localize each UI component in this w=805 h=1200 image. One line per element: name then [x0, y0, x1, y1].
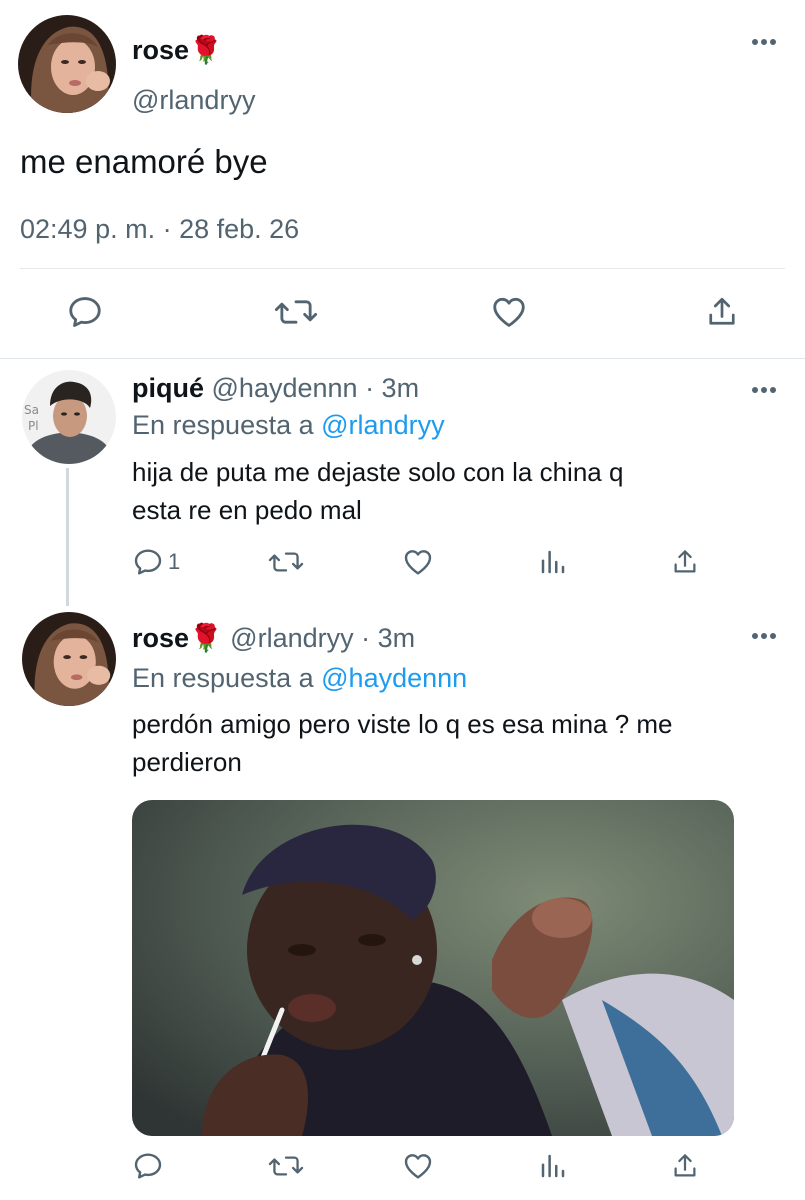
divider — [0, 358, 805, 359]
more-icon[interactable] — [751, 38, 777, 46]
user-handle[interactable]: @rlandryy — [132, 85, 255, 116]
svg-text:Sa: Sa — [24, 403, 39, 417]
in-reply-to: En respuesta a @haydennn — [132, 663, 467, 694]
in-reply-label: En respuesta a — [132, 410, 314, 440]
avatar[interactable] — [18, 15, 116, 113]
reply-button[interactable]: 1 — [132, 546, 180, 578]
reply-text: hija de puta me dejaste solo con la chin… — [132, 453, 772, 529]
retweet-icon[interactable] — [268, 546, 304, 578]
reply-time[interactable]: · 3m — [361, 623, 415, 653]
svg-text:Pl: Pl — [28, 419, 39, 433]
in-reply-to: En respuesta a @rlandryy — [132, 410, 445, 441]
mention-link[interactable]: @rlandryy — [321, 410, 444, 440]
share-icon[interactable] — [704, 293, 740, 331]
display-name[interactable]: rose🌹 — [132, 34, 223, 66]
retweet-icon[interactable] — [268, 1150, 304, 1182]
reply-icon — [132, 1150, 164, 1182]
user-handle[interactable]: @rlandryy — [230, 623, 353, 653]
reply-header: piqué @haydennn · 3m — [132, 373, 419, 404]
like-icon[interactable] — [490, 293, 528, 331]
retweet-icon[interactable] — [274, 293, 318, 331]
reply-count: 1 — [168, 549, 181, 574]
mention-link[interactable]: @haydennn — [321, 663, 467, 693]
like-icon[interactable] — [402, 546, 434, 578]
display-name[interactable]: rose🌹 — [132, 623, 223, 653]
divider — [20, 268, 785, 269]
main-tweet: rose🌹 @rlandryy me enamoré bye 02:49 p. … — [0, 0, 805, 358]
avatar[interactable] — [22, 612, 116, 706]
avatar[interactable]: Sa Pl — [22, 370, 116, 464]
tweet-actions — [0, 293, 805, 335]
reply-media-image[interactable] — [132, 800, 734, 1136]
reply-actions: 1 — [132, 546, 712, 582]
more-icon[interactable] — [751, 386, 777, 394]
like-icon[interactable] — [402, 1150, 434, 1182]
analytics-icon[interactable] — [538, 1150, 568, 1182]
reply-icon[interactable] — [66, 293, 104, 331]
user-handle[interactable]: @haydennn — [212, 373, 358, 403]
more-icon[interactable] — [751, 632, 777, 640]
reply-text-line: perdieron — [132, 747, 242, 777]
reply-header: rose🌹 @rlandryy · 3m — [132, 622, 415, 654]
reply-button[interactable] — [132, 1150, 168, 1182]
reply-actions — [132, 1150, 712, 1186]
thread-line — [66, 468, 69, 606]
in-reply-label: En respuesta a — [132, 663, 314, 693]
analytics-icon[interactable] — [538, 546, 568, 578]
tweet-text: me enamoré bye — [20, 143, 268, 180]
reply-text-line: esta re en pedo mal — [132, 495, 362, 525]
share-icon[interactable] — [670, 1150, 700, 1182]
share-icon[interactable] — [670, 546, 700, 578]
reply-time[interactable]: · 3m — [365, 373, 419, 403]
reply-text-line: perdón amigo pero viste lo q es esa mina… — [132, 709, 673, 739]
reply-text: perdón amigo pero viste lo q es esa mina… — [132, 705, 772, 781]
reply-icon — [132, 546, 164, 578]
tweet-timestamp[interactable]: 02:49 p. m. · 28 feb. 26 — [20, 214, 299, 245]
reply-text-line: hija de puta me dejaste solo con la chin… — [132, 457, 624, 487]
display-name[interactable]: piqué — [132, 373, 204, 403]
